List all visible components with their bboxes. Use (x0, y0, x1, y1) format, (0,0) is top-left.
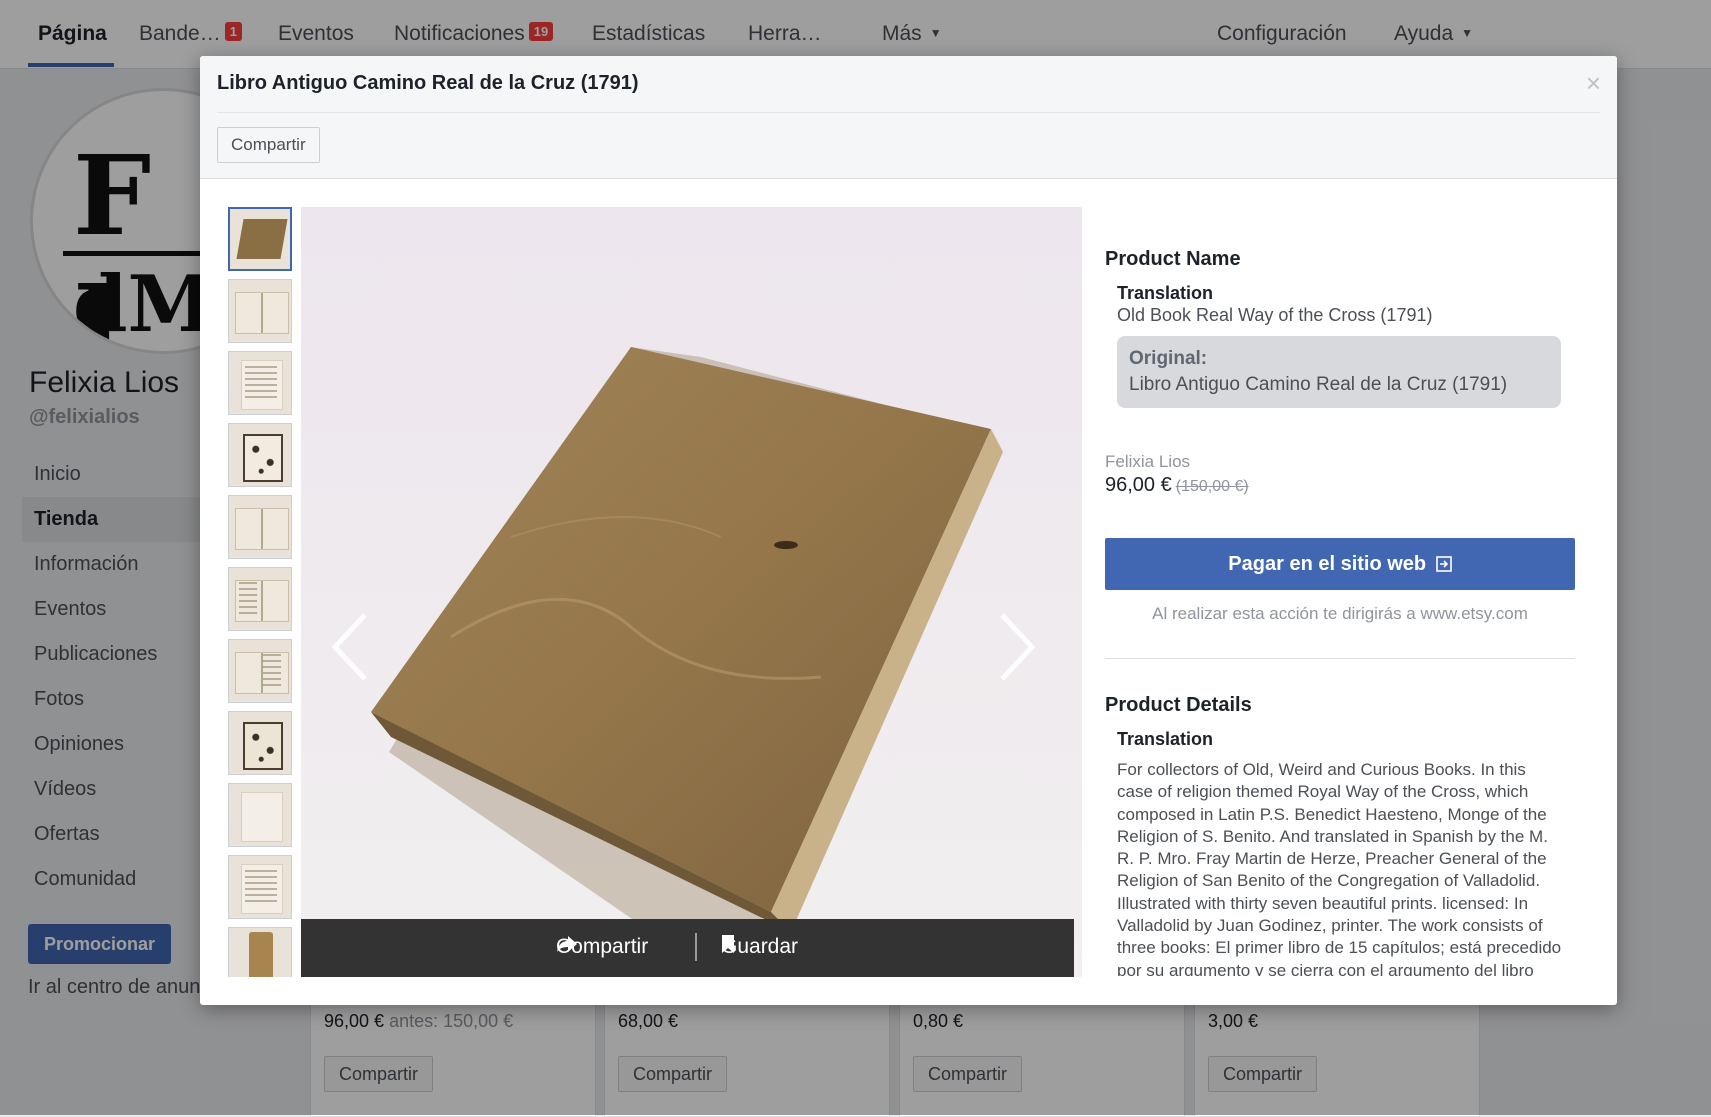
current-price: 96,00 € (1105, 474, 1172, 496)
thumbnail-page[interactable] (228, 855, 292, 919)
image-action-bar: Compartir Guardar (301, 919, 1074, 977)
thumbnail-spine[interactable] (228, 927, 292, 977)
product-details-heading: Product Details (1105, 694, 1252, 716)
image-viewer: Compartir Guardar (301, 207, 1082, 977)
action-divider (695, 933, 697, 961)
photo-share-button[interactable]: Compartir (556, 935, 648, 959)
redirect-note: Al realizar esta acción te dirigirás a w… (1152, 604, 1528, 623)
thumbnail-title-page[interactable] (228, 351, 292, 415)
translation-label: Translation (1117, 283, 1214, 303)
product-description: For collectors of Old, Weird and Curious… (1117, 760, 1562, 976)
product-modal: Libro Antiguo Camino Real de la Cruz (17… (200, 56, 1617, 1005)
share-arrow-icon (557, 936, 577, 952)
thumbnail-open-book[interactable] (228, 279, 292, 343)
product-photo (301, 207, 1082, 977)
thumbnail-page[interactable] (228, 783, 292, 847)
external-link-icon (1435, 555, 1452, 572)
seller-name[interactable]: Felixia Lios (1105, 452, 1190, 472)
modal-header: Libro Antiguo Camino Real de la Cruz (17… (200, 56, 1617, 179)
product-name-heading: Product Name (1105, 248, 1241, 270)
bookmark-icon (722, 935, 734, 953)
previous-image-arrow-icon[interactable] (325, 607, 385, 687)
product-price: 96,00 € (150,00 €) (1105, 474, 1249, 497)
pay-on-website-button[interactable]: Pagar en el sitio web (1105, 538, 1575, 590)
thumbnail-print[interactable] (228, 423, 292, 487)
thumbnail-cover[interactable] (228, 207, 292, 271)
thumbnail-spread[interactable] (228, 567, 292, 631)
close-icon[interactable]: × (1586, 68, 1601, 99)
original-label: Original: (1129, 348, 1208, 369)
modal-title: Libro Antiguo Camino Real de la Cruz (17… (217, 72, 639, 94)
thumbnail-print[interactable] (228, 711, 292, 775)
details-translation-label: Translation (1117, 729, 1214, 749)
header-divider (217, 112, 1600, 113)
original-name-box: Original: Libro Antiguo Camino Real de l… (1117, 336, 1561, 408)
old-price: (150,00 €) (1175, 478, 1249, 495)
share-button[interactable]: Compartir (217, 127, 320, 163)
pay-button-label: Pagar en el sitio web (1228, 552, 1427, 575)
product-info-panel: Product Name Translation Old Book Real W… (1105, 206, 1592, 976)
next-image-arrow-icon[interactable] (984, 607, 1044, 687)
thumbnail-spread[interactable] (228, 495, 292, 559)
section-divider (1105, 658, 1575, 659)
translated-product-name: Old Book Real Way of the Cross (1791) (1117, 305, 1433, 325)
original-product-name: Libro Antiguo Camino Real de la Cruz (17… (1129, 374, 1508, 395)
thumbnail-spread[interactable] (228, 639, 292, 703)
thumbnail-strip (228, 207, 294, 977)
photo-save-button[interactable]: Guardar (721, 935, 798, 959)
